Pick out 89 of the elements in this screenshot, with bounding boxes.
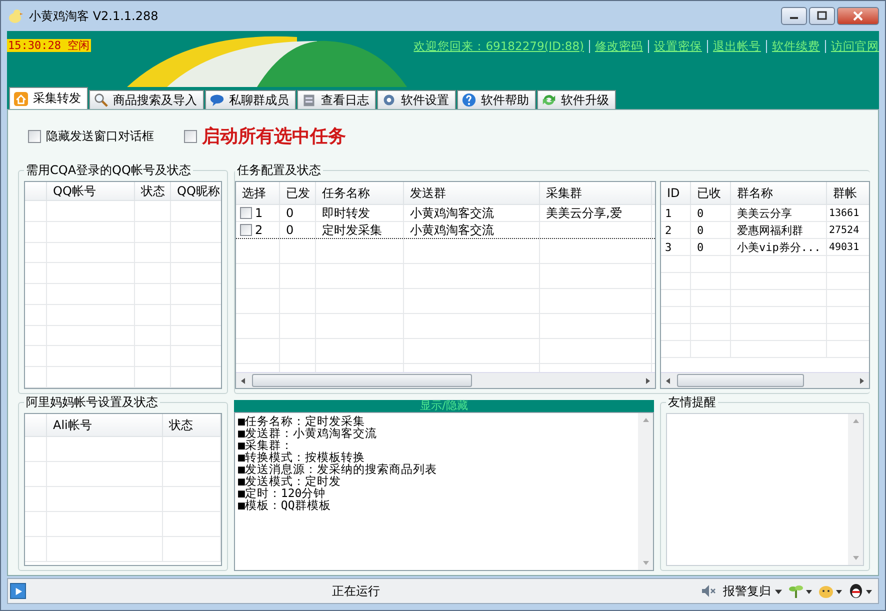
table-cell: 0: [691, 222, 731, 238]
column-header[interactable]: QQ昵称: [171, 182, 221, 200]
tab[interactable]: 商品搜索及导入: [89, 90, 204, 109]
scroll-left-icon[interactable]: [239, 376, 247, 384]
panel-title: 阿里妈妈帐号设置及状态: [25, 394, 159, 411]
column-header[interactable]: 选择: [236, 182, 280, 204]
tab[interactable]: 软件帮助: [457, 90, 536, 109]
speaker-muted-icon[interactable]: [701, 583, 717, 599]
column-header[interactable]: 群帐: [827, 182, 869, 204]
document-icon: [302, 93, 316, 107]
start-all-checkbox[interactable]: 启动所有选中任务: [184, 124, 346, 148]
table-cell: 即时转发: [316, 205, 404, 221]
task-row[interactable]: 1 0 即时转发 小黄鸡淘客交流 美美云分享,爱: [236, 205, 655, 222]
gear-icon: [382, 93, 396, 107]
table-cell: 2: [661, 222, 691, 238]
close-icon: [853, 11, 863, 21]
tab[interactable]: 软件设置: [377, 90, 456, 109]
panel-title: 任务配置及状态: [236, 162, 322, 179]
table-cell: 小美vip券分...: [731, 239, 827, 255]
horizontal-scrollbar[interactable]: [236, 372, 655, 388]
maximize-button[interactable]: [809, 7, 835, 25]
status-text: 正在运行: [332, 582, 381, 600]
detail-line: ■发送群：小黄鸡淘客交流: [238, 427, 378, 439]
penguin-icon[interactable]: [848, 583, 872, 599]
alarm-reset-button[interactable]: 报警复归: [723, 582, 782, 600]
magnifier-icon: [94, 93, 108, 107]
scroll-left-icon[interactable]: [664, 376, 672, 384]
detail-line: ■发送消息源：发采纳的搜索商品列表: [238, 463, 438, 475]
caret-icon: [775, 588, 782, 594]
horizontal-scrollbar[interactable]: [661, 372, 869, 388]
speech-bubble-icon: [210, 93, 224, 107]
detail-line: ■定时：120分钟: [238, 487, 326, 499]
table-cell: 爱惠网福利群: [731, 222, 827, 238]
panel-title: 需用CQA登录的QQ帐号及状态: [25, 162, 192, 179]
tab[interactable]: 采集转发: [9, 87, 88, 109]
table-cell: 0: [280, 222, 316, 238]
column-header[interactable]: 发送群: [404, 182, 540, 204]
table-cell: 3: [661, 239, 691, 255]
home-icon: [14, 92, 28, 106]
table-cell: 定时发采集: [316, 222, 404, 238]
table-cell: 0: [691, 239, 731, 255]
maximize-icon: [817, 11, 827, 21]
table-cell: 小黄鸡淘客交流: [404, 205, 540, 221]
clock-status-label: 15:30:28 空闲: [7, 39, 91, 52]
task-checkbox[interactable]: [240, 224, 252, 236]
column-header[interactable]: 已发: [280, 182, 316, 204]
detail-line: ■模板：QQ群模板: [238, 499, 332, 511]
scroll-right-icon[interactable]: [644, 376, 652, 384]
table-cell: 13661: [827, 205, 869, 221]
minimize-button[interactable]: [781, 7, 807, 25]
table-cell: 美美云分享,爱: [540, 205, 652, 221]
close-button[interactable]: [837, 7, 879, 25]
scroll-right-icon[interactable]: [858, 376, 866, 384]
play-icon: [14, 586, 22, 596]
detail-line: ■发送模式：定时发: [238, 475, 341, 487]
table-cell: 1: [661, 205, 691, 221]
column-header[interactable]: ID: [661, 182, 691, 204]
hide-dialog-checkbox[interactable]: 隐藏发送窗口对话框: [28, 128, 154, 144]
tab[interactable]: 软件升级: [537, 90, 616, 109]
column-header[interactable]: QQ帐号: [47, 182, 135, 200]
detail-line: ■转换模式：按模板转换: [238, 451, 365, 463]
column-header[interactable]: 任务名称: [316, 182, 404, 204]
table-cell: 0: [280, 205, 316, 221]
task-id: 2: [255, 223, 263, 237]
column-header[interactable]: 状态: [163, 414, 221, 436]
column-header[interactable]: 已收: [691, 182, 731, 204]
detail-line: ■采集群：: [238, 439, 293, 451]
table-cell: 27524: [827, 222, 869, 238]
tab[interactable]: 查看日志: [297, 90, 376, 109]
panel-title: 友情提醒: [667, 394, 717, 411]
tab[interactable]: 私聊群成员: [205, 90, 296, 109]
column-header[interactable]: 状态: [135, 182, 171, 200]
chick-icon: [7, 8, 23, 24]
refresh-arrows-icon: [542, 93, 556, 107]
table-cell: 美美云分享: [731, 205, 827, 221]
table-cell: 小黄鸡淘客交流: [404, 222, 540, 238]
column-header[interactable]: 采集群: [540, 182, 652, 204]
task-checkbox[interactable]: [240, 207, 252, 219]
plant-icon[interactable]: [788, 583, 812, 599]
task-id: 1: [255, 206, 263, 220]
table-cell: 49031: [827, 239, 869, 255]
detail-line: ■任务名称：定时发采集: [238, 415, 365, 427]
task-row[interactable]: 2 0 定时发采集 小黄鸡淘客交流: [236, 222, 655, 239]
play-button[interactable]: [10, 583, 26, 599]
question-mark-icon: [462, 93, 476, 107]
window-title: 小黄鸡淘客 V2.1.1.288: [29, 8, 158, 24]
column-header[interactable]: Ali帐号: [47, 414, 163, 436]
table-cell: 0: [691, 205, 731, 221]
column-header[interactable]: 群名称: [731, 182, 827, 204]
